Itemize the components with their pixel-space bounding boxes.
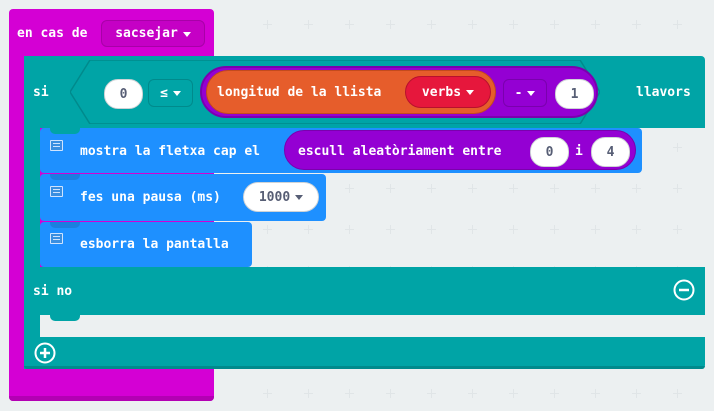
random-from-value[interactable]: 0 <box>530 137 569 167</box>
block-notch <box>50 315 80 321</box>
block-notch <box>50 222 80 228</box>
if-block-footer <box>24 337 705 369</box>
grid-plus-icon <box>386 225 395 234</box>
grid-plus-icon <box>345 20 354 29</box>
grid-plus-icon <box>591 20 600 29</box>
compare-left-value[interactable]: 0 <box>104 79 143 109</box>
grid-plus-icon <box>632 389 641 398</box>
gesture-dropdown[interactable]: sacsejar <box>101 20 205 47</box>
grid-plus-icon <box>386 389 395 398</box>
grid-plus-icon <box>263 225 272 234</box>
grid-plus-icon <box>509 225 518 234</box>
grid-plus-icon <box>632 225 641 234</box>
chevron-down-icon <box>172 91 181 96</box>
minus-operator-value: - <box>514 85 523 101</box>
minus-right-value[interactable]: 1 <box>555 79 594 109</box>
grid-plus-icon <box>468 225 477 234</box>
grid-plus-icon <box>673 389 682 398</box>
grid-plus-icon <box>550 20 559 29</box>
show-arrow-label: mostra la fletxa cap el <box>80 144 261 159</box>
chevron-down-icon <box>182 31 191 37</box>
grid-plus-icon <box>509 389 518 398</box>
pause-label: fes una pausa (ms) <box>80 190 221 205</box>
grid-plus-icon <box>550 389 559 398</box>
pause-duration-dropdown[interactable]: 1000 <box>243 182 319 212</box>
comment-icon <box>50 233 63 244</box>
grid-plus-icon <box>632 184 641 193</box>
grid-plus-icon <box>386 20 395 29</box>
list-variable-dropdown[interactable]: verbs <box>405 76 491 108</box>
grid-plus-icon <box>550 225 559 234</box>
list-variable-value: verbs <box>421 84 462 100</box>
else-block <box>24 267 705 315</box>
grid-plus-icon <box>427 184 436 193</box>
grid-plus-icon <box>591 225 600 234</box>
grid-plus-icon <box>263 389 272 398</box>
grid-plus-icon <box>468 20 477 29</box>
event-label: en cas de <box>17 26 88 41</box>
random-label: escull aleatòriament entre <box>298 144 502 159</box>
grid-plus-icon <box>673 143 682 152</box>
pause-duration-value: 1000 <box>258 189 291 205</box>
grid-plus-icon <box>345 225 354 234</box>
minus-operator-dropdown[interactable]: - <box>503 79 547 107</box>
if-block-left-rail <box>24 56 40 369</box>
grid-plus-icon <box>591 184 600 193</box>
grid-plus-icon <box>427 225 436 234</box>
grid-plus-icon <box>468 389 477 398</box>
block-notch <box>50 174 80 180</box>
grid-plus-icon <box>591 389 600 398</box>
grid-plus-icon <box>345 184 354 193</box>
minus-circle-icon[interactable] <box>673 279 695 301</box>
chevron-down-icon <box>466 90 475 95</box>
plus-circle-icon[interactable] <box>34 342 56 364</box>
random-to-value[interactable]: 4 <box>591 137 630 167</box>
grid-plus-icon <box>632 20 641 29</box>
chevron-down-icon <box>295 195 304 200</box>
chevron-down-icon <box>527 91 536 96</box>
random-and-label: i <box>575 144 583 159</box>
if-block-shadow <box>24 366 705 369</box>
comment-icon <box>50 140 63 151</box>
grid-plus-icon <box>304 225 313 234</box>
grid-plus-icon <box>386 184 395 193</box>
grid-plus-icon <box>427 389 436 398</box>
comment-icon <box>50 186 63 197</box>
if-label: si <box>33 85 49 100</box>
grid-plus-icon <box>509 184 518 193</box>
event-block-bottom-shadow <box>9 396 214 401</box>
grid-plus-icon <box>468 184 477 193</box>
grid-plus-icon <box>427 20 436 29</box>
grid-plus-icon <box>509 20 518 29</box>
gesture-value: sacsejar <box>115 26 178 41</box>
grid-plus-icon <box>304 20 313 29</box>
else-empty-slot <box>40 315 705 337</box>
grid-plus-icon <box>673 184 682 193</box>
list-length-label: longitud de la llista <box>217 85 382 100</box>
grid-plus-icon <box>345 389 354 398</box>
grid-plus-icon <box>550 184 559 193</box>
grid-plus-icon <box>673 20 682 29</box>
grid-plus-icon <box>304 389 313 398</box>
grid-plus-icon <box>263 20 272 29</box>
else-label: si no <box>33 284 73 299</box>
operator-value: ≤ <box>160 85 168 101</box>
grid-plus-icon <box>673 225 682 234</box>
operator-dropdown[interactable]: ≤ <box>148 79 193 107</box>
clear-screen-label: esborra la pantalla <box>80 237 229 252</box>
block-notch <box>50 128 80 134</box>
then-label: llavors <box>636 85 691 100</box>
